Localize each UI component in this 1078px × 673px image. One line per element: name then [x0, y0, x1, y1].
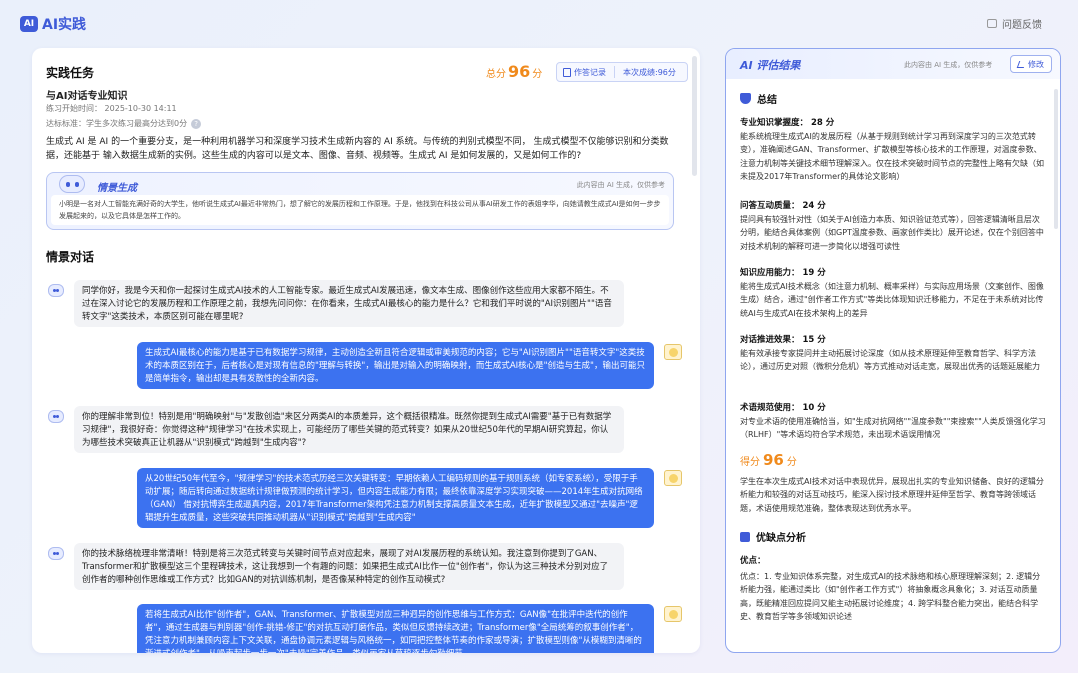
eval-item-text: 能系统梳理生成式AI的发展历程（从基于规则到统计学习再到深度学习的三次范式转变）… [740, 132, 1044, 182]
record-bar: 作答记录 本次成绩:96分 [556, 62, 688, 82]
eval-item-text: 能将生成式AI技术概念（如注意力机制、概率采样）与实际应用场景（文案创作、图像生… [740, 282, 1044, 318]
answer-record-label: 作答记录 [574, 67, 606, 77]
feedback-label: 问题反馈 [1002, 20, 1042, 31]
scenario-title: 情景生成 [97, 183, 137, 194]
summary-title-text: 总结 [757, 95, 777, 106]
evaluation-ai-note: 此内容由 AI 生成，仅供参考 [904, 61, 993, 69]
record-icon [563, 67, 571, 77]
evaluation-panel[interactable]: AI 评估结果 此内容由 AI 生成，仅供参考 修改 总结 专业知识掌握度： 2… [725, 48, 1061, 653]
final-score: 得分 96 分 [740, 451, 797, 469]
robot-icon [55, 169, 89, 197]
ai-avatar-icon [48, 410, 64, 423]
edit-button[interactable]: 修改 [1010, 55, 1052, 73]
user-avatar-icon [664, 470, 682, 486]
logo-badge-icon: AI [20, 16, 38, 32]
task-description: 生成式 AI 是 AI 的一个重要分支，是一种利用机器学习和深度学习技术生成新内… [46, 137, 669, 161]
top-bar: AI AI实践 问题反馈 [0, 0, 1078, 44]
shield-icon [740, 93, 751, 104]
user-message: 从20世纪50年代至今，"规律学习"的技术范式历经三次关键转变：早期依赖人工编码… [137, 468, 654, 528]
app-logo[interactable]: AI AI实践 [20, 14, 86, 34]
standard-value: 学生多次练习最高分达到0分 [86, 119, 188, 128]
start-time-label: 练习开始时间： [46, 104, 102, 113]
final-score-value: 96 [763, 451, 784, 469]
pen-icon [1016, 60, 1027, 68]
user-message: 若将生成式AI比作"创作者"，GAN、Transformer、扩散模型对应三种迥… [137, 604, 654, 653]
user-message: 生成式AI最核心的能力是基于已有数据学习规律，主动创造全新且符合逻辑或审美规范的… [137, 342, 654, 389]
eval-item-title: 专业知识掌握度： 28 分 [740, 118, 835, 128]
evaluation-header: AI 评估结果 此内容由 AI 生成，仅供参考 修改 [726, 49, 1060, 79]
strengths-text: 优点：1. 专业知识体系完整，对生成式AI的技术脉络和核心原理理解深刻；2. 逻… [740, 572, 1041, 622]
this-score-label[interactable]: 本次成绩:96分 [623, 67, 676, 78]
answer-record-button[interactable]: 作答记录 [557, 67, 606, 78]
ai-message: 你的理解非常到位！特别是用"明确映射"与"发散创造"来区分两类AI的本质差异，这… [74, 406, 624, 453]
eval-item-title: 知识应用能力： 19 分 [740, 268, 826, 278]
eval-item-title: 术语规范使用： 10 分 [740, 403, 826, 413]
ai-message: 你的技术脉络梳理非常清晰！特别是将三次范式转变与关键时间节点对应起来，展现了对A… [74, 543, 624, 590]
evaluation-title: AI 评估结果 [740, 59, 801, 72]
analysis-icon [740, 531, 750, 542]
ai-message: 同学你好，我是今天和你一起探讨生成式AI技术的人工智能专家。最近生成式AI发展迅… [74, 280, 624, 327]
analysis-title-text: 优缺点分析 [756, 533, 806, 544]
standard-label: 达标标准： [46, 119, 86, 128]
score-unit: 分 [532, 69, 543, 80]
total-score: 总分 96 分 [486, 62, 542, 81]
final-score-prefix: 得分 [740, 457, 760, 468]
ai-avatar-icon [48, 284, 64, 297]
scenario-card: 情景生成 此内容由 AI 生成，仅供参考 小明是一名对人工智能充满好奇的大学生，… [46, 172, 674, 230]
logo-text: AI实践 [42, 17, 87, 33]
right-scrollbar[interactable] [1054, 89, 1058, 229]
practice-panel[interactable]: 实践任务 总分 96 分 作答记录 本次成绩:96分 与AI对话专业知识 练习开… [32, 48, 700, 653]
scenario-ai-note: 此内容由 AI 生成，仅供参考 [576, 181, 665, 189]
eval-item-text: 能有效承接专家提问并主动拓展讨论深度（如从技术原理延伸至教育哲学、科学方法论），… [740, 349, 1040, 372]
divider [614, 66, 615, 78]
final-score-unit: 分 [786, 457, 797, 468]
edit-label: 修改 [1028, 59, 1044, 69]
scenario-text: 小明是一名对人工智能充满好奇的大学生，他听说生成式AI最近非常热门，想了解它的发… [51, 195, 669, 225]
start-time: 练习开始时间： 2025-10-30 14:11 [46, 103, 177, 114]
summary-title: 总结 [740, 91, 777, 106]
pass-standard: 达标标准：学生多次练习最高分达到0分 ? [46, 118, 202, 129]
left-scrollbar[interactable] [692, 56, 697, 176]
eval-item-text: 对专业术语的使用准确恰当，如"生成对抗网络""温度参数""束搜索""人类反馈强化… [740, 417, 1046, 440]
eval-item-text: 提问具有较强针对性（如关于AI创造力本质、知识验证范式等），回答逻辑清晰且层次分… [740, 215, 1044, 251]
eval-item-title: 问答互动质量： 24 分 [740, 201, 826, 211]
feedback-button[interactable]: 问题反馈 [987, 16, 1042, 31]
user-avatar-icon [664, 606, 682, 622]
score-prefix: 总分 [486, 69, 506, 80]
start-time-value: 2025-10-30 14:11 [104, 104, 177, 113]
user-avatar-icon [664, 344, 682, 360]
score-value: 96 [508, 62, 531, 81]
dialog-section-title: 情景对话 [46, 250, 95, 264]
overall-comment: 学生在本次生成式AI技术对话中表现优异，展现出扎实的专业知识储备、良好的逻辑分析… [740, 477, 1044, 513]
help-icon[interactable]: ? [191, 118, 202, 129]
analysis-title: 优缺点分析 [740, 529, 806, 544]
task-name: 与AI对话专业知识 [46, 91, 128, 102]
strengths-label: 优点： [740, 556, 766, 566]
eval-item-title: 对话推进效果： 15 分 [740, 335, 826, 345]
ai-avatar-icon [48, 547, 64, 560]
feedback-icon [987, 19, 997, 28]
task-section-title: 实践任务 [46, 66, 95, 80]
